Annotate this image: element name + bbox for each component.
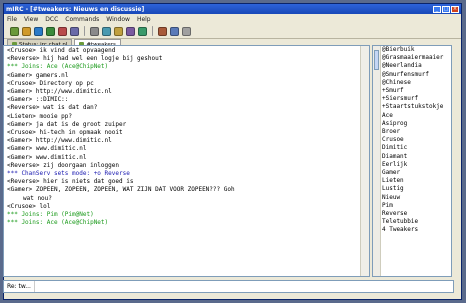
- nick-item[interactable]: @Smurfensmurf: [373, 71, 451, 79]
- maximize-button[interactable]: □: [442, 5, 450, 13]
- nick-item[interactable]: Broer: [373, 128, 451, 136]
- chat-line: <Crusoe> Directory op pc: [7, 79, 94, 87]
- toolbar-button-icon[interactable]: [126, 26, 135, 36]
- message-input[interactable]: [34, 282, 453, 291]
- nick-item[interactable]: Nieuw: [373, 194, 451, 202]
- toolbar-button-icon[interactable]: [170, 26, 179, 36]
- menu-file[interactable]: File: [7, 16, 17, 23]
- chat-line: *** Joins: Pim (Pim@Net): [7, 211, 94, 219]
- nick-item[interactable]: Diamant: [373, 153, 451, 161]
- toolbar-button-icon[interactable]: [138, 26, 147, 36]
- chat-scrollbar[interactable]: [360, 46, 369, 276]
- menu-view[interactable]: View: [24, 16, 38, 23]
- chat-line: <Reverse> hij had wel een logje bij gesh…: [7, 55, 163, 63]
- toolbar-button-icon[interactable]: [22, 26, 31, 36]
- close-button[interactable]: ×: [451, 5, 459, 13]
- nick-item[interactable]: Reverse: [373, 210, 451, 218]
- toolbar-button-icon[interactable]: [70, 26, 79, 36]
- nicklist-scroll-thumb[interactable]: [374, 50, 379, 70]
- chat-line: <Crusoe> lol: [7, 202, 51, 210]
- chat-line: *** Joins: Ace (Ace@ChipNet): [7, 219, 109, 227]
- chat-lines: <Crusoe> ik vind dat opvaagend <Reverse> …: [7, 47, 366, 227]
- chat-line: <Reverse> zij doorgaan inloggen: [7, 161, 119, 169]
- nicklist-scrollbar[interactable]: [373, 46, 381, 276]
- nick-item[interactable]: Pim: [373, 202, 451, 210]
- chat-line: <Gamer> http://www.dimitic.nl: [7, 137, 112, 145]
- toolbar-button-icon[interactable]: [58, 26, 67, 36]
- chat-line: <Reverse> hier is niets dat goed is: [7, 178, 134, 186]
- nick-item[interactable]: +Smurf: [373, 87, 451, 95]
- toolbar-button-icon[interactable]: [102, 26, 111, 36]
- nick-item[interactable]: Ace: [373, 112, 451, 120]
- nick-item[interactable]: 4 Tweakers: [373, 226, 451, 234]
- input-bar: Re: tw...: [3, 280, 454, 293]
- nick-item[interactable]: @Grasmaaiermaaier: [373, 54, 451, 62]
- nick-item[interactable]: Eerlijk: [373, 161, 451, 169]
- menu-help[interactable]: Help: [137, 16, 151, 23]
- nick-item[interactable]: Gamer: [373, 169, 451, 177]
- chat-line: <Gamer> gamers.nl: [7, 71, 69, 79]
- chat-line: <Reverse> wat is dat dan?: [7, 104, 98, 112]
- chat-line: <Gamer> ja dat is de groot zuiper: [7, 120, 127, 128]
- nick-item[interactable]: Crusoe: [373, 136, 451, 144]
- chat-line: *** Joins: Ace (Ace@ChipNet): [7, 63, 109, 71]
- chat-line: <Gamer> ::DIMIC::: [7, 96, 69, 104]
- toolbar-button-icon[interactable]: [182, 26, 191, 36]
- toolbar-button-icon[interactable]: [114, 26, 123, 36]
- window-title: mIRC - [#tweakers: Nieuws en discussie]: [6, 5, 145, 13]
- nick-item[interactable]: Lustig: [373, 185, 451, 193]
- chat-line: *** ChanServ sets mode: +o Reverse: [7, 170, 130, 178]
- toolbar-button-icon[interactable]: [158, 26, 167, 36]
- chat-line: <Lieten> mooie pp?: [7, 112, 73, 120]
- nick-item[interactable]: +Siersmurf: [373, 95, 451, 103]
- channel-content: <Crusoe> ik vind dat opvaagend <Reverse> …: [3, 45, 454, 277]
- chat-line: <Gamer> ZOPEEN, ZOPEEN, ZOPEEN, WAT ZIJN…: [7, 186, 235, 194]
- toolbar-button-icon[interactable]: [46, 26, 55, 36]
- nick-item[interactable]: @Chinese: [373, 79, 451, 87]
- menu-bar: File View DCC Commands Window Help: [4, 14, 461, 24]
- chat-line: <Gamer> www.dimitic.nl: [7, 145, 87, 153]
- chat-log[interactable]: <Crusoe> ik vind dat opvaagend <Reverse> …: [3, 45, 370, 277]
- menu-dcc[interactable]: DCC: [45, 16, 58, 23]
- input-prompt: Re: tw...: [4, 281, 35, 292]
- chat-line: wat nou?: [23, 194, 52, 202]
- nick-item[interactable]: @Bierbuik: [373, 46, 451, 54]
- nick-item[interactable]: Teletubbie: [373, 218, 451, 226]
- toolbar-button-icon[interactable]: [34, 26, 43, 36]
- toolbar-button-icon[interactable]: [90, 26, 99, 36]
- nick-item[interactable]: Dimitic: [373, 144, 451, 152]
- toolbar-separator: [152, 26, 153, 36]
- toolbar-button-icon[interactable]: [10, 26, 19, 36]
- nick-item[interactable]: Asiprog: [373, 120, 451, 128]
- nick-item[interactable]: +Staartstukstokje: [373, 103, 451, 111]
- chat-line: <Gamer> http://www.dimitic.nl: [7, 88, 112, 96]
- chat-line: <Gamer> www.dimitic.nl: [7, 153, 87, 161]
- menu-window[interactable]: Window: [106, 16, 130, 23]
- chat-line: <Crusoe> hi-tech in opmaak nooit: [7, 129, 123, 137]
- menu-commands[interactable]: Commands: [65, 16, 99, 23]
- chat-line: <Crusoe> ik vind dat opvaagend: [7, 47, 116, 54]
- toolbar: [4, 24, 461, 39]
- nick-item[interactable]: Lieten: [373, 177, 451, 185]
- title-bar[interactable]: mIRC - [#tweakers: Nieuws en discussie] …: [4, 4, 461, 14]
- nick-list[interactable]: @Bierbuik @Grasmaaiermaaier @Neerlandia @Sm…: [372, 45, 452, 277]
- nick-entries: @Bierbuik @Grasmaaiermaaier @Neerlandia @Sm…: [373, 46, 451, 235]
- minimize-button[interactable]: _: [433, 5, 441, 13]
- nick-item[interactable]: @Neerlandia: [373, 62, 451, 70]
- toolbar-separator: [84, 26, 85, 36]
